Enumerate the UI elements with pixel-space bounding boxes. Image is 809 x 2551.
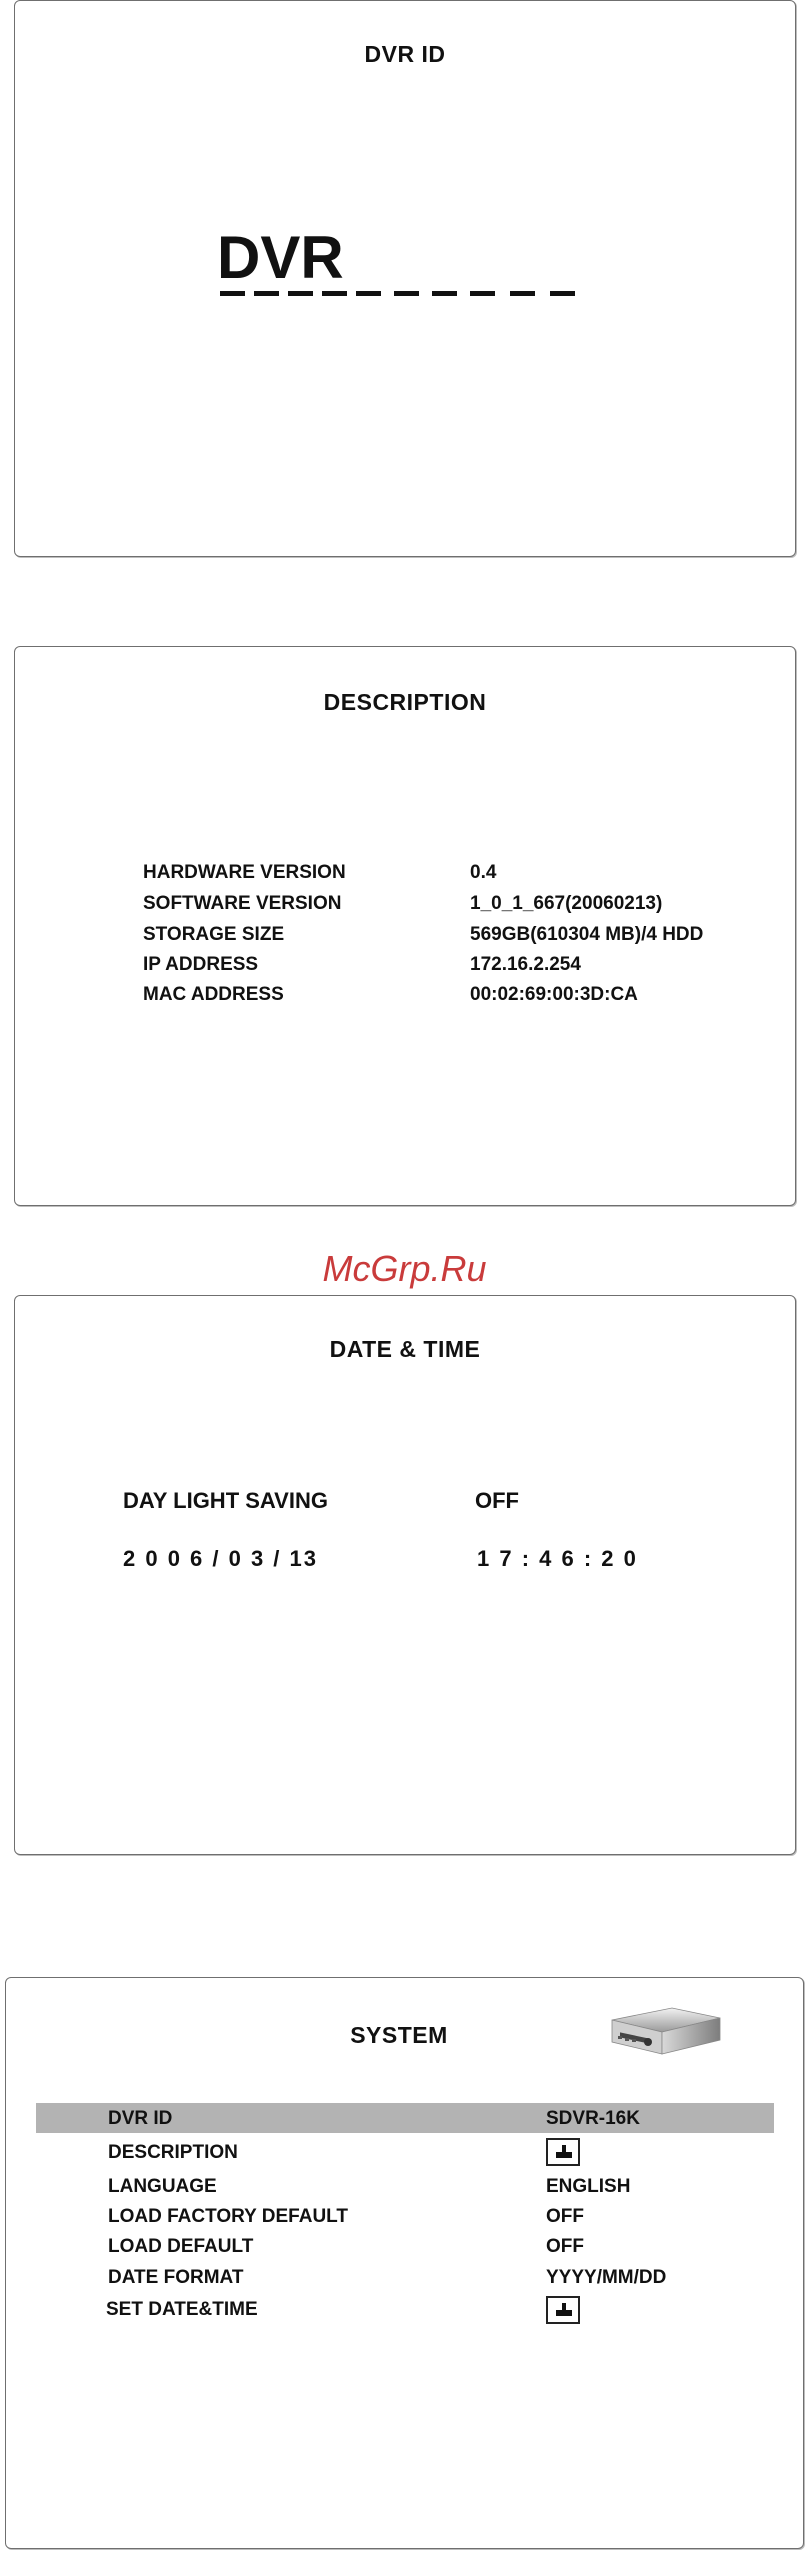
slot-4 bbox=[322, 291, 347, 296]
slot-5 bbox=[356, 291, 381, 296]
software-version-label: SOFTWARE VERSION bbox=[143, 893, 342, 914]
storage-size-label: STORAGE SIZE bbox=[143, 924, 285, 945]
dvr-id-input-slots[interactable] bbox=[220, 291, 600, 303]
daylight-saving-value[interactable]: OFF bbox=[475, 1488, 519, 1514]
language-menu-value[interactable]: ENGLISH bbox=[546, 2176, 630, 2198]
set-date-time-label[interactable]: SET DATE&TIME bbox=[106, 2299, 258, 2321]
ip-address-value: 172.16.2.254 bbox=[470, 954, 581, 975]
ip-address-label: IP ADDRESS bbox=[143, 954, 259, 975]
date-value[interactable]: 2 0 0 6 / 0 3 / 13 bbox=[123, 1546, 318, 1572]
dvr-id-panel: DVR ID DVR bbox=[14, 0, 796, 557]
slot-8 bbox=[470, 291, 495, 296]
system-panel: SYSTEM DVR ID SDVR-16K DESCRIPTION LANGU… bbox=[5, 1977, 804, 2549]
date-time-panel: DATE & TIME DAY LIGHT SAVING OFF 2 0 0 6… bbox=[14, 1295, 796, 1855]
description-title: DESCRIPTION bbox=[323, 689, 487, 715]
slot-9 bbox=[510, 291, 535, 296]
set-date-time-enter-button[interactable] bbox=[546, 2296, 580, 2324]
slot-7 bbox=[432, 291, 457, 296]
hardware-version-label: HARDWARE VERSION bbox=[143, 862, 346, 883]
date-format-label[interactable]: DATE FORMAT bbox=[108, 2267, 243, 2289]
storage-size-value: 569GB(610304 MB)/4 HDD bbox=[470, 924, 704, 945]
slot-6 bbox=[394, 291, 419, 296]
enter-icon bbox=[556, 2145, 572, 2158]
software-version-value: 1_0_1_667(20060213) bbox=[470, 893, 663, 914]
dvr-id-menu-value[interactable]: SDVR-16K bbox=[546, 2108, 640, 2130]
date-time-title: DATE & TIME bbox=[329, 1336, 481, 1362]
mac-address-value: 00:02:69:00:3D:CA bbox=[470, 984, 638, 1005]
load-factory-default-value[interactable]: OFF bbox=[546, 2206, 584, 2228]
dvr-id-title: DVR ID bbox=[364, 41, 446, 67]
dvr-id-text: DVR bbox=[217, 224, 344, 291]
load-factory-default-label[interactable]: LOAD FACTORY DEFAULT bbox=[108, 2206, 348, 2228]
load-default-value[interactable]: OFF bbox=[546, 2236, 584, 2258]
description-menu-label[interactable]: DESCRIPTION bbox=[108, 2142, 238, 2164]
daylight-saving-label: DAY LIGHT SAVING bbox=[123, 1488, 328, 1513]
dvr-device-icon bbox=[604, 1998, 724, 2068]
slot-3 bbox=[288, 291, 313, 296]
watermark-text: McGrp.Ru bbox=[322, 1248, 487, 1289]
date-format-value[interactable]: YYYY/MM/DD bbox=[546, 2267, 666, 2289]
slot-2 bbox=[254, 291, 279, 296]
language-menu-label[interactable]: LANGUAGE bbox=[108, 2176, 217, 2198]
time-value[interactable]: 1 7 : 4 6 : 2 0 bbox=[477, 1546, 638, 1572]
load-default-label[interactable]: LOAD DEFAULT bbox=[108, 2236, 253, 2258]
slot-10 bbox=[550, 291, 575, 296]
hardware-version-value: 0.4 bbox=[470, 862, 497, 883]
mac-address-label: MAC ADDRESS bbox=[143, 984, 284, 1005]
description-enter-button[interactable] bbox=[546, 2138, 580, 2166]
description-panel: DESCRIPTION HARDWARE VERSION 0.4 SOFTWAR… bbox=[14, 646, 796, 1206]
slot-1 bbox=[220, 291, 245, 296]
dvr-id-menu-label[interactable]: DVR ID bbox=[108, 2108, 172, 2130]
enter-icon bbox=[556, 2303, 572, 2316]
